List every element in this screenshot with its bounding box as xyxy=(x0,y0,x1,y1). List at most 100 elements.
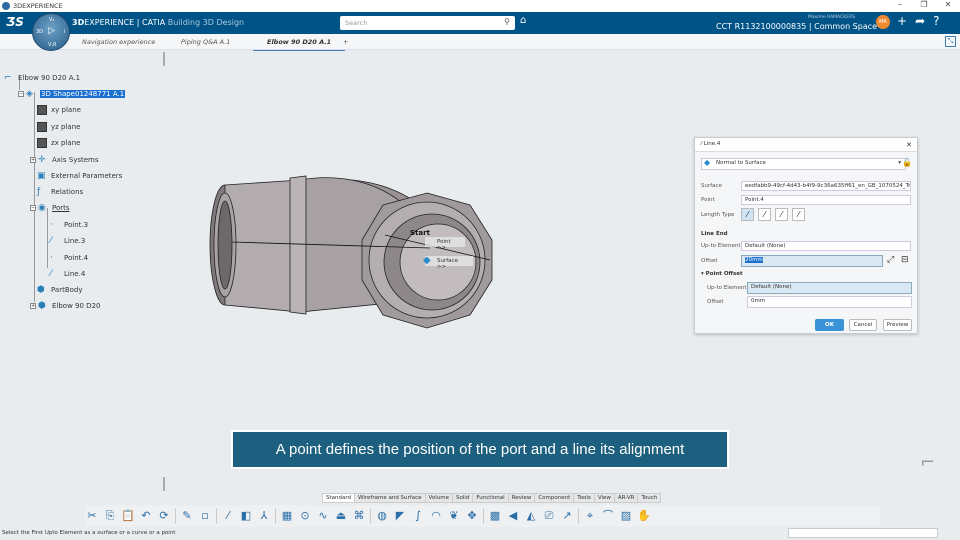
tree-node[interactable]: ƒ Relations xyxy=(37,186,83,198)
tree-node[interactable]: zx plane xyxy=(37,137,80,149)
paste-icon[interactable]: 📋 xyxy=(121,509,135,523)
law-icon[interactable]: ⌒ xyxy=(601,509,615,523)
tree-node[interactable]: ⁄ Line.3 xyxy=(50,235,85,247)
compass-widget[interactable]: V₃ 3D ▷ i V,R xyxy=(32,13,70,51)
elbow-model[interactable] xyxy=(209,175,493,329)
sketch-icon[interactable]: ✎ xyxy=(180,509,194,523)
tab-elbow[interactable]: Elbow 90 D20 A.1 xyxy=(252,38,346,51)
length-type-start-infinite-icon[interactable]: ⁄ xyxy=(775,208,788,221)
tab-navigation-experience[interactable]: Navigation experience xyxy=(82,38,155,46)
tree-node[interactable]: + ⬢ Elbow 90 D20 xyxy=(30,300,100,312)
upto-element-field[interactable]: Default (None) xyxy=(741,241,911,251)
context-menu-point[interactable]: Point >> xyxy=(425,237,465,251)
update-icon[interactable]: ⟳ xyxy=(157,509,171,523)
action-tab[interactable]: Wireframe and Surface xyxy=(355,493,426,503)
measure-icon[interactable]: ↗ xyxy=(560,509,574,523)
split-icon[interactable]: ◭ xyxy=(524,509,538,523)
search-input[interactable]: Search ⚲ xyxy=(340,16,515,30)
extrude-icon[interactable]: ⌘ xyxy=(352,509,366,523)
robot-compass-icon[interactable]: ⌐ xyxy=(920,452,935,473)
action-tab[interactable]: Component xyxy=(535,493,575,503)
cut-icon[interactable]: ✂ xyxy=(85,509,99,523)
restore-button[interactable]: ❐ xyxy=(912,0,936,9)
length-type-infinite-icon[interactable]: ⁄ xyxy=(758,208,771,221)
tree-node[interactable]: ⁄ Line.4 xyxy=(50,268,85,280)
action-tab[interactable]: Volume xyxy=(425,493,453,503)
circle-icon[interactable]: ⊙ xyxy=(298,509,312,523)
extend-icon[interactable]: ⊟ xyxy=(901,255,909,265)
expand-toggle[interactable]: − xyxy=(30,205,36,211)
collaborative-space-selector[interactable]: CCT R1132100000835 | Common Space ⌄ xyxy=(716,22,886,31)
grid-icon[interactable]: ▦ xyxy=(280,509,294,523)
point-icon[interactable]: ▫ xyxy=(198,509,212,523)
surface-icon[interactable]: ◠ xyxy=(429,509,443,523)
ds-logo-icon[interactable]: ƷS xyxy=(6,15,24,29)
context-menu-surface[interactable]: Surface >> xyxy=(425,256,473,270)
texture-icon[interactable]: ▨ xyxy=(619,509,633,523)
action-tab[interactable]: Standard xyxy=(322,493,356,503)
tree-node[interactable]: − ◈ 3D Shape01248771 A.1 xyxy=(18,88,126,100)
po-offset-field[interactable]: 0mm xyxy=(747,296,912,308)
measure-icon[interactable]: ⤢ xyxy=(887,255,894,265)
tree-node[interactable]: + ✛ Axis Systems xyxy=(30,154,99,166)
action-tab[interactable]: Tools xyxy=(574,493,595,503)
compass-icon[interactable]: ⌖ xyxy=(583,509,597,523)
point-offset-heading[interactable]: ▾ Point Offset xyxy=(701,271,743,277)
action-tab[interactable]: Touch xyxy=(638,493,662,503)
tree-node[interactable]: xy plane xyxy=(37,104,81,116)
transform-icon[interactable]: ◀ xyxy=(506,509,520,523)
plane-icon[interactable]: ◧ xyxy=(239,509,253,523)
undo-icon[interactable]: ↶ xyxy=(139,509,153,523)
fill-icon[interactable]: ◤ xyxy=(393,509,407,523)
tab-piping-qa[interactable]: Piping Q&A A.1 xyxy=(181,38,230,46)
share-icon[interactable]: ➦ xyxy=(915,14,925,28)
tag-icon[interactable]: ⌂ xyxy=(520,15,526,26)
close-dialog-button[interactable]: ✕ xyxy=(906,141,912,149)
action-tab[interactable]: Review xyxy=(508,493,536,503)
preview-button[interactable]: Preview xyxy=(883,319,912,331)
axis-icon[interactable]: ⅄ xyxy=(257,509,271,523)
close-button[interactable]: ✕ xyxy=(936,0,960,9)
spline-icon[interactable]: ∿ xyxy=(316,509,330,523)
line-type-dropdown[interactable]: Normal to Surface ▾ xyxy=(701,158,906,170)
offset-field[interactable]: 20mm xyxy=(741,255,883,267)
tree-node[interactable]: · Point.4 xyxy=(50,252,88,264)
pattern-icon[interactable]: ✥ xyxy=(465,509,479,523)
collapse-icon[interactable]: ⤡ xyxy=(945,36,956,47)
loft-icon[interactable]: ❦ xyxy=(447,509,461,523)
action-tab[interactable]: View xyxy=(594,493,615,503)
help-icon[interactable]: ? xyxy=(933,14,939,28)
add-icon[interactable]: + xyxy=(897,14,907,28)
play-icon[interactable]: ▷ xyxy=(48,26,55,36)
expand-toggle[interactable]: − xyxy=(18,91,24,97)
sweep-icon[interactable]: ⏏ xyxy=(334,509,348,523)
minimize-button[interactable]: – xyxy=(888,0,912,9)
surface-field[interactable]: eedfabb9-49cf-4d43-b4f9-9c36a635ff61_en_… xyxy=(741,181,911,191)
tree-node[interactable]: · Point.3 xyxy=(50,219,88,231)
ok-button[interactable]: OK xyxy=(815,319,844,331)
action-tab[interactable]: Functional xyxy=(473,493,509,503)
expand-toggle[interactable]: + xyxy=(30,303,36,309)
tree-node[interactable]: ⬢ PartBody xyxy=(37,284,83,296)
line-icon[interactable]: ⁄ xyxy=(221,509,235,523)
new-tab-button[interactable]: + xyxy=(343,38,348,46)
command-input[interactable] xyxy=(788,528,938,538)
copy-icon[interactable]: ⎘ xyxy=(103,509,117,523)
expand-toggle[interactable]: + xyxy=(30,157,36,163)
mesh-icon[interactable]: ▩ xyxy=(488,509,502,523)
action-tab[interactable]: Solid xyxy=(452,493,474,503)
po-upto-field[interactable]: Default (None) xyxy=(747,282,912,294)
hand-icon[interactable]: ✋ xyxy=(637,509,651,523)
point-field[interactable]: Point.4 xyxy=(741,195,911,205)
length-type-length-icon[interactable]: ⁄ xyxy=(741,208,754,221)
tree-node[interactable]: − ◉ Ports xyxy=(30,202,70,214)
cancel-button[interactable]: Cancel xyxy=(849,319,877,331)
action-tab[interactable]: AR-VR xyxy=(614,493,639,503)
tree-node[interactable]: ▣ External Parameters xyxy=(37,170,122,182)
tree-node[interactable]: ⌐ Elbow 90 D20 A.1 xyxy=(4,72,80,84)
blend-icon[interactable]: ∫ xyxy=(411,509,425,523)
avatar[interactable]: MR xyxy=(876,15,890,29)
analysis-icon[interactable]: ⎚ xyxy=(542,509,556,523)
search-icon[interactable]: ⚲ xyxy=(504,17,510,26)
revolve-icon[interactable]: ◍ xyxy=(375,509,389,523)
